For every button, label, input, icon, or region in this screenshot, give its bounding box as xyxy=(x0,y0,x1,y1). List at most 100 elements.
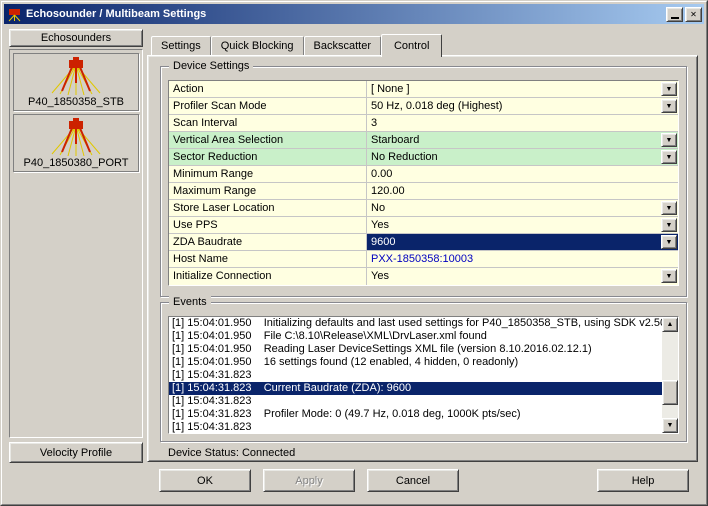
event-line[interactable]: [1] 15:04:01.950 Reading Laser DeviceSet… xyxy=(169,343,662,356)
chevron-down-icon: ▼ xyxy=(666,273,673,280)
dropdown-button[interactable]: ▼ xyxy=(661,99,677,113)
device-label: P40_1850358_STB xyxy=(28,96,124,108)
chevron-down-icon: ▼ xyxy=(666,222,673,229)
group-title: Device Settings xyxy=(169,60,253,72)
close-icon: ✕ xyxy=(690,10,697,19)
device-item-p40-port[interactable]: P40_1850380_PORT xyxy=(13,114,139,172)
settings-dialog: Echosounder / Multibeam Settings ✕ Echos… xyxy=(0,0,708,506)
event-line[interactable]: [1] 15:04:31.823 xyxy=(169,395,662,408)
scroll-down-icon: ▼ xyxy=(667,422,674,429)
setting-label: Use PPS xyxy=(169,217,367,233)
echosounders-header: Echosounders xyxy=(9,29,143,47)
scrollbar-track[interactable] xyxy=(662,332,678,418)
setting-value-dropdown[interactable]: No Reduction ▼ xyxy=(367,149,678,165)
tab-quick-blocking[interactable]: Quick Blocking xyxy=(211,36,304,55)
setting-label: Sector Reduction xyxy=(169,149,367,165)
setting-value-input[interactable]: 0.00 xyxy=(367,166,678,182)
settings-row-action: Action [ None ] ▼ xyxy=(169,81,678,98)
settings-row-scan-interval: Scan Interval 3 xyxy=(169,115,678,132)
dropdown-button[interactable]: ▼ xyxy=(661,82,677,96)
scroll-down-button[interactable]: ▼ xyxy=(662,418,678,433)
tab-settings[interactable]: Settings xyxy=(151,36,211,55)
help-button[interactable]: Help xyxy=(597,469,689,492)
ok-button[interactable]: OK xyxy=(159,469,251,492)
setting-value-dropdown[interactable]: Starboard ▼ xyxy=(367,132,678,148)
settings-row-maximum-range: Maximum Range 120.00 xyxy=(169,183,678,200)
settings-row-minimum-range: Minimum Range 0.00 xyxy=(169,166,678,183)
minimize-icon xyxy=(671,17,679,19)
setting-label: Action xyxy=(169,81,367,97)
events-list: [1] 15:04:01.950 Initializing defaults a… xyxy=(168,316,679,434)
apply-button[interactable]: Apply xyxy=(263,469,355,492)
event-line-selected[interactable]: [1] 15:04:31.823 Current Baudrate (ZDA):… xyxy=(169,382,662,395)
dropdown-button[interactable]: ▼ xyxy=(661,150,677,164)
close-button[interactable]: ✕ xyxy=(685,7,702,22)
group-title: Events xyxy=(169,296,211,308)
dropdown-button[interactable]: ▼ xyxy=(661,133,677,147)
dropdown-button[interactable]: ▼ xyxy=(661,235,677,249)
setting-label: Initialize Connection xyxy=(169,268,367,285)
control-tab-panel: Device Settings Action [ None ] ▼ Profil… xyxy=(147,55,698,462)
sonar-icon xyxy=(46,57,106,95)
setting-value-dropdown[interactable]: 50 Hz, 0.018 deg (Highest) ▼ xyxy=(367,98,678,114)
dropdown-button[interactable]: ▼ xyxy=(661,269,677,283)
setting-value-dropdown[interactable]: Yes ▼ xyxy=(367,268,678,285)
settings-row-initialize-connection: Initialize Connection Yes ▼ xyxy=(169,268,678,285)
event-log: [1] 15:04:01.950 Initializing defaults a… xyxy=(169,317,662,433)
velocity-profile-button[interactable]: Velocity Profile xyxy=(9,442,143,463)
tab-bar: Settings Quick Blocking Backscatter Cont… xyxy=(151,35,442,55)
device-item-p40-stb[interactable]: P40_1850358_STB xyxy=(13,53,139,111)
event-line[interactable]: [1] 15:04:31.823 xyxy=(169,421,662,433)
events-scrollbar[interactable]: ▲ ▼ xyxy=(662,317,678,433)
settings-row-sector-reduction: Sector Reduction No Reduction ▼ xyxy=(169,149,678,166)
setting-value-dropdown[interactable]: No ▼ xyxy=(367,200,678,216)
event-line[interactable]: [1] 15:04:31.823 Profiler Mode: 0 (49.7 … xyxy=(169,408,662,421)
settings-row-host-name: Host Name PXX-1850358:10003 xyxy=(169,251,678,268)
titlebar[interactable]: Echosounder / Multibeam Settings ✕ xyxy=(4,4,704,24)
event-line[interactable]: [1] 15:04:01.950 File C:\8.10\Release\XM… xyxy=(169,330,662,343)
chevron-down-icon: ▼ xyxy=(666,239,673,246)
setting-label: Maximum Range xyxy=(169,183,367,199)
scroll-up-icon: ▲ xyxy=(667,321,674,328)
device-label: P40_1850380_PORT xyxy=(24,157,129,169)
settings-row-zda-baudrate: ZDA Baudrate 9600 ▼ xyxy=(169,234,678,251)
setting-value-dropdown[interactable]: Yes ▼ xyxy=(367,217,678,233)
event-line[interactable]: [1] 15:04:01.950 16 settings found (12 e… xyxy=(169,356,662,369)
settings-grid: Action [ None ] ▼ Profiler Scan Mode 50 … xyxy=(168,80,679,286)
dropdown-button[interactable]: ▼ xyxy=(661,218,677,232)
settings-row-store-laser-location: Store Laser Location No ▼ xyxy=(169,200,678,217)
chevron-down-icon: ▼ xyxy=(666,205,673,212)
tab-backscatter[interactable]: Backscatter xyxy=(304,36,381,55)
event-line[interactable]: [1] 15:04:01.950 Initializing defaults a… xyxy=(169,317,662,330)
scroll-up-button[interactable]: ▲ xyxy=(662,317,678,332)
sonar-icon xyxy=(46,118,106,156)
setting-label: Scan Interval xyxy=(169,115,367,131)
setting-label: Profiler Scan Mode xyxy=(169,98,367,114)
device-status: Device Status: Connected xyxy=(168,447,295,459)
setting-value-dropdown-selected[interactable]: 9600 ▼ xyxy=(367,234,678,250)
setting-value-input[interactable]: 3 xyxy=(367,115,678,131)
chevron-down-icon: ▼ xyxy=(666,137,673,144)
scrollbar-thumb[interactable] xyxy=(662,380,678,405)
events-group: Events [1] 15:04:01.950 Initializing def… xyxy=(160,302,687,442)
chevron-down-icon: ▼ xyxy=(666,154,673,161)
dropdown-button[interactable]: ▼ xyxy=(661,201,677,215)
setting-label: Store Laser Location xyxy=(169,200,367,216)
tab-control[interactable]: Control xyxy=(381,34,442,57)
minimize-button[interactable] xyxy=(666,7,683,22)
setting-value-input[interactable]: PXX-1850358:10003 xyxy=(367,251,678,267)
event-line[interactable]: [1] 15:04:31.823 xyxy=(169,369,662,382)
window-title: Echosounder / Multibeam Settings xyxy=(26,8,664,20)
echosounder-list: P40_1850358_STB P40_1850380_PORT xyxy=(9,49,143,438)
settings-row-profiler-scan-mode: Profiler Scan Mode 50 Hz, 0.018 deg (Hig… xyxy=(169,98,678,115)
setting-label: Minimum Range xyxy=(169,166,367,182)
setting-value-dropdown[interactable]: [ None ] ▼ xyxy=(367,81,678,97)
cancel-button[interactable]: Cancel xyxy=(367,469,459,492)
chevron-down-icon: ▼ xyxy=(666,103,673,110)
settings-row-use-pps: Use PPS Yes ▼ xyxy=(169,217,678,234)
setting-label: ZDA Baudrate xyxy=(169,234,367,250)
device-settings-group: Device Settings Action [ None ] ▼ Profil… xyxy=(160,66,687,297)
chevron-down-icon: ▼ xyxy=(666,86,673,93)
setting-value-input[interactable]: 120.00 xyxy=(367,183,678,199)
setting-label: Host Name xyxy=(169,251,367,267)
